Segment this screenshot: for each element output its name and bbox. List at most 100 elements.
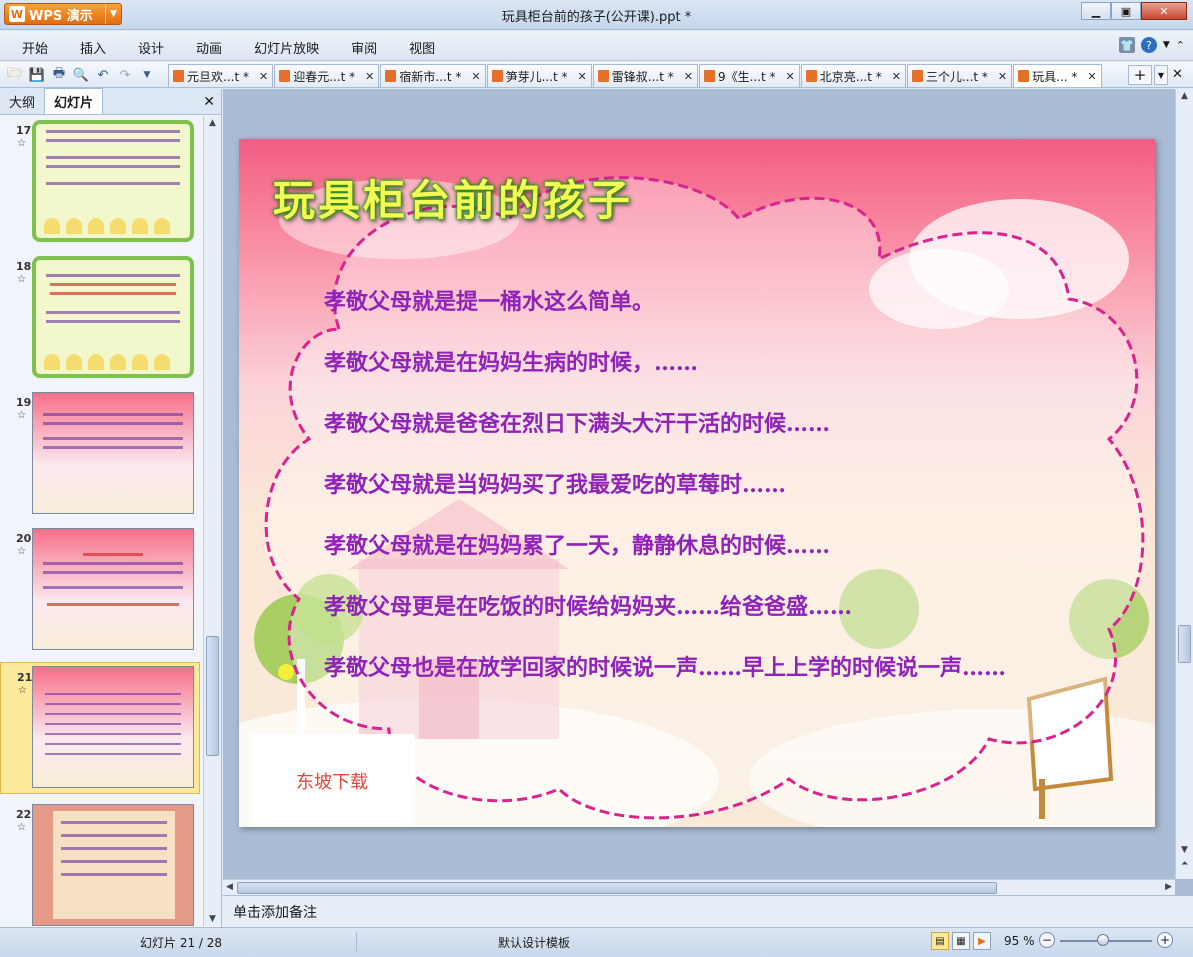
customize-toolbar-icon[interactable]: ▼: [138, 66, 156, 84]
slide-preview: [32, 256, 194, 378]
close-icon[interactable]: ✕: [786, 70, 795, 83]
star-icon: ☆: [17, 822, 26, 833]
print-icon[interactable]: 🖶: [50, 66, 68, 84]
slide-title[interactable]: 玩具柜台前的孩子: [273, 167, 633, 228]
tab-outline[interactable]: 大纲: [0, 89, 44, 114]
slide-thumbnail-17[interactable]: 17 ☆: [0, 116, 200, 248]
vertical-scrollbar[interactable]: ▲ ▼ ⏶: [1175, 89, 1193, 879]
maximize-button[interactable]: ▣: [1111, 2, 1141, 20]
window-title: 玩具柜台前的孩子(公开课).ppt *: [501, 10, 692, 25]
slideshow-view-icon[interactable]: ▶: [973, 932, 991, 950]
close-icon[interactable]: ✕: [365, 70, 374, 83]
doc-tab[interactable]: 元旦欢...t * ✕: [168, 64, 274, 87]
zoom-slider-handle[interactable]: [1097, 934, 1109, 946]
doc-tab[interactable]: 雷锋叔...t * ✕: [592, 64, 698, 87]
print-preview-icon[interactable]: 🔍: [72, 66, 90, 84]
menu-review[interactable]: 审阅: [339, 38, 389, 57]
close-button[interactable]: ✕: [1141, 2, 1187, 20]
close-icon[interactable]: ✕: [1087, 70, 1096, 83]
slide-thumbnail-20[interactable]: 20 ☆: [0, 524, 200, 656]
chevron-down-icon[interactable]: ▼: [1163, 40, 1170, 50]
watermark-box: 东坡下载: [249, 734, 415, 827]
previous-slide-icon[interactable]: ⏶: [1181, 859, 1188, 869]
redo-icon[interactable]: ↷: [116, 66, 134, 84]
scrollbar-thumb[interactable]: [1178, 625, 1191, 663]
scrollbar-thumb[interactable]: [237, 882, 997, 894]
body-line: 孝敬父母就是提一桶水这么简单。: [324, 289, 655, 315]
scroll-down-icon[interactable]: ▼: [1181, 845, 1188, 855]
slide-preview: [32, 392, 194, 514]
quick-access-toolbar: 🗁 💾 🖶 🔍 ↶ ↷ ▼ 元旦欢...t * ✕ 迎春元...t * ✕ 宿新市.…: [0, 62, 1193, 88]
body-line: 孝敬父母也是在放学回家的时候说一声……早上上学的时候说一声……: [324, 655, 1007, 681]
notes-input[interactable]: 单击添加备注: [223, 895, 1193, 927]
doc-tab[interactable]: 三个儿...t * ✕: [906, 64, 1013, 87]
tab-list-chevron-icon[interactable]: ▼: [1154, 65, 1168, 85]
scroll-left-icon[interactable]: ◀: [226, 882, 233, 892]
normal-view-icon[interactable]: ▤: [931, 932, 949, 950]
doc-tab[interactable]: 9《生...t * ✕: [698, 64, 800, 87]
close-icon[interactable]: ✕: [998, 70, 1007, 83]
scroll-up-icon[interactable]: ▲: [209, 118, 216, 128]
menu-animation[interactable]: 动画: [184, 38, 234, 57]
menu-insert[interactable]: 插入: [68, 38, 118, 57]
menu-slideshow[interactable]: 幻灯片放映: [242, 38, 331, 57]
slide-number: 19: [16, 396, 32, 409]
title-bar: W WPS 演示 ▼ 玩具柜台前的孩子(公开课).ppt * ▁ ▣ ✕: [0, 0, 1193, 30]
star-icon: ☆: [17, 546, 26, 557]
slide-thumbnail-21[interactable]: 21 ☆: [0, 662, 200, 794]
close-icon[interactable]: ✕: [684, 70, 693, 83]
menu-home[interactable]: 开始: [10, 38, 60, 57]
scrollbar-thumb[interactable]: [206, 636, 219, 756]
close-icon[interactable]: ✕: [471, 70, 480, 83]
zoom-in-icon[interactable]: +: [1157, 932, 1173, 948]
close-icon[interactable]: ✕: [203, 94, 215, 110]
menu-view[interactable]: 视图: [397, 38, 447, 57]
menu-design[interactable]: 设计: [126, 38, 176, 57]
new-tab-button[interactable]: +: [1128, 65, 1152, 85]
doc-tab-label: 雷锋叔...t *: [611, 69, 674, 84]
close-icon[interactable]: ✕: [259, 70, 268, 83]
skin-icon[interactable]: 👕: [1118, 37, 1135, 53]
menu-bar: 开始 插入 设计 动画 幻灯片放映 审阅 视图 👕 ? ▼ ⌃: [0, 31, 1193, 61]
scroll-up-icon[interactable]: ▲: [1181, 91, 1188, 101]
doc-tab-label: 玩具... *: [1032, 69, 1078, 84]
slide-preview: [32, 804, 194, 926]
thumbnail-scrollbar[interactable]: ▲ ▼: [203, 116, 221, 926]
horizontal-scrollbar[interactable]: ◀ ▶: [223, 879, 1175, 895]
slide-sorter-view-icon[interactable]: ▦: [952, 932, 970, 950]
doc-tab-label: 北京亮...t *: [819, 69, 882, 84]
close-icon[interactable]: ✕: [578, 70, 587, 83]
status-bar: 幻灯片 21 / 28 默认设计模板 ▤ ▦ ▶ 95 % − +: [0, 927, 1193, 957]
doc-tab-active[interactable]: 玩具... * ✕: [1013, 64, 1102, 87]
doc-tab[interactable]: 宿新市...t * ✕: [380, 64, 486, 87]
slide-number: 22: [16, 808, 32, 821]
close-document-icon[interactable]: ✕: [1172, 67, 1183, 82]
slide-thumbnail-19[interactable]: 19 ☆: [0, 388, 200, 520]
slide-thumbnail-22[interactable]: 22 ☆: [0, 800, 200, 926]
doc-tab[interactable]: 笋芽儿...t * ✕: [486, 64, 592, 87]
template-name: 默认设计模板: [498, 936, 571, 950]
help-icon[interactable]: ?: [1140, 37, 1157, 53]
save-icon[interactable]: 💾: [28, 66, 46, 84]
scroll-right-icon[interactable]: ▶: [1165, 882, 1172, 892]
slide-preview: [32, 528, 194, 650]
tab-slides[interactable]: 幻灯片: [44, 88, 104, 114]
doc-tab-label: 笋芽儿...t *: [505, 69, 568, 84]
body-line: 孝敬父母就是爸爸在烈日下满头大汗干活的时候……: [324, 411, 831, 437]
undo-icon[interactable]: ↶: [94, 66, 112, 84]
doc-tab[interactable]: 迎春元...t * ✕: [274, 64, 380, 87]
slide-number: 17: [16, 124, 32, 137]
body-line: 孝敬父母就是在妈妈累了一天，静静休息的时候……: [324, 533, 831, 559]
scroll-down-icon[interactable]: ▼: [209, 914, 216, 924]
slide-body[interactable]: 孝敬父母就是提一桶水这么简单。 孝敬父母就是在妈妈生病的时候，…… 孝敬父母就是…: [324, 284, 1134, 711]
star-icon: ☆: [17, 138, 26, 149]
collapse-ribbon-icon[interactable]: ⌃: [1176, 39, 1185, 52]
current-slide[interactable]: 玩具柜台前的孩子 孝敬父母就是提一桶水这么简单。 孝敬父母就是在妈妈生病的时候，…: [239, 139, 1155, 827]
doc-tab[interactable]: 北京亮...t * ✕: [800, 64, 906, 87]
doc-tab-label: 三个儿...t *: [925, 69, 988, 84]
zoom-out-icon[interactable]: −: [1039, 932, 1055, 948]
minimize-button[interactable]: ▁: [1081, 2, 1111, 20]
open-folder-icon[interactable]: 🗁: [6, 66, 24, 84]
slide-thumbnail-18[interactable]: 18 ☆: [0, 252, 200, 384]
close-icon[interactable]: ✕: [892, 70, 901, 83]
